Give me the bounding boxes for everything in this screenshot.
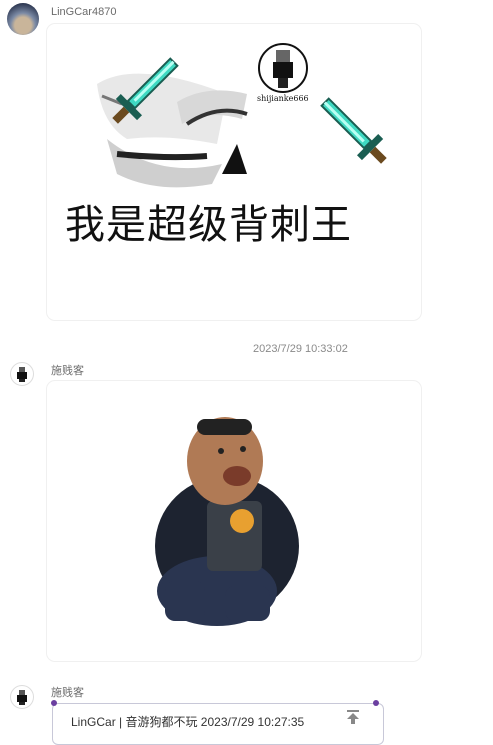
avatar[interactable] xyxy=(7,3,39,35)
quoted-reply[interactable]: LinGCar | 音游狗都不玩 2023/7/29 10:27:35 xyxy=(52,703,384,745)
avatar[interactable] xyxy=(10,362,34,386)
meme-face-image xyxy=(97,43,387,188)
avatar-icon xyxy=(258,43,308,93)
sticker-message[interactable]: shijianke666 我是超级背刺王 xyxy=(47,24,421,320)
avatar[interactable] xyxy=(10,685,34,709)
sticker-message[interactable] xyxy=(47,381,421,661)
diamond-sword-icon xyxy=(320,97,387,164)
avatar-icon xyxy=(17,690,27,705)
quote-corner-dot xyxy=(373,700,379,706)
quoted-reply-text: LinGCar | 音游狗都不玩 2023/7/29 10:27:35 xyxy=(71,715,305,729)
sender-name: 施贱客 xyxy=(51,687,84,699)
message-timestamp: 2023/7/29 10:33:02 xyxy=(253,343,348,355)
meme-person-image xyxy=(155,417,299,626)
scroll-to-top-icon[interactable] xyxy=(345,709,361,725)
sender-name: 施贱客 xyxy=(51,365,84,377)
sticker-watermark: shijianke666 xyxy=(257,94,309,103)
quote-corner-dot xyxy=(51,700,57,706)
sender-name: LinGCar4870 xyxy=(51,6,117,18)
sticker-caption: 我是超级背刺王 xyxy=(65,202,352,248)
avatar-icon xyxy=(17,367,27,382)
